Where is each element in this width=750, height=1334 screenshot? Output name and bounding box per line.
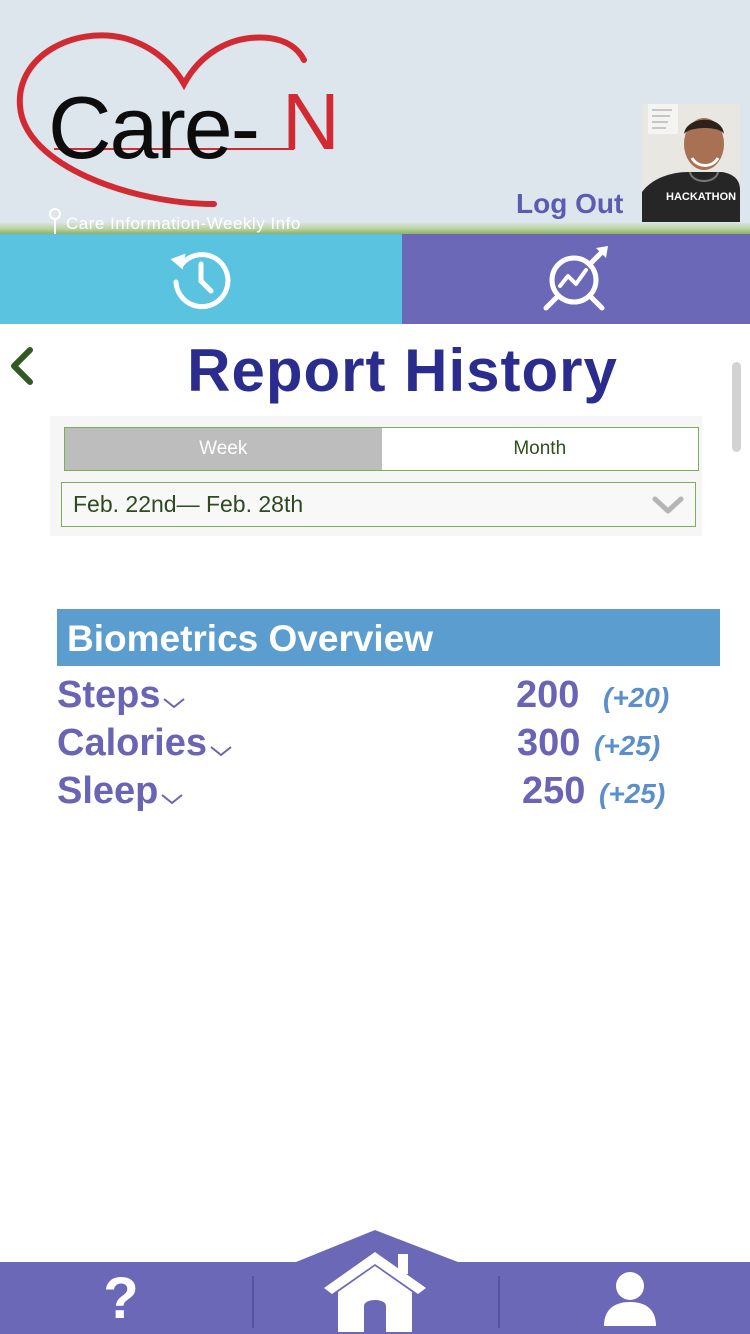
page-title: Report History <box>187 337 618 404</box>
metric-label: Sleep <box>57 770 184 813</box>
metric-name: Calories <box>57 722 207 764</box>
chevron-down-icon[interactable] <box>162 695 186 711</box>
filter-panel: Week Month Feb. 22nd— Feb. 28th <box>50 416 702 536</box>
user-photo: HACKATHON <box>642 104 740 222</box>
period-toggle: Week Month <box>64 427 699 471</box>
care-n-logo: Care- N <box>14 26 354 211</box>
metric-label: Steps <box>57 674 186 717</box>
pin-icon <box>49 208 61 234</box>
tab-analytics[interactable] <box>402 234 750 324</box>
date-range-select[interactable]: Feb. 22nd— Feb. 28th <box>61 482 696 527</box>
period-month-tab[interactable]: Month <box>381 428 698 470</box>
top-tab-bar <box>0 234 750 324</box>
metric-row-calories[interactable]: Calories 300 (+25) <box>57 722 717 770</box>
nav-divider <box>498 1276 500 1328</box>
biometrics-section-header: Biometrics Overview <box>57 609 720 666</box>
trend-analysis-icon <box>543 246 608 311</box>
tagline: Care Information-Weekly Info <box>46 208 301 234</box>
tagline-text: Care Information-Weekly Info <box>66 214 301 233</box>
chevron-down-icon[interactable] <box>209 743 233 759</box>
scrollbar-thumb[interactable] <box>732 362 741 452</box>
metric-name: Sleep <box>57 770 159 812</box>
metric-row-steps[interactable]: Steps 200 (+20) <box>57 674 717 722</box>
home-icon[interactable] <box>318 1244 432 1334</box>
metric-delta: (+25) <box>594 730 661 761</box>
help-icon[interactable]: ? <box>96 1268 146 1330</box>
chevron-down-icon[interactable] <box>160 791 184 807</box>
chevron-down-icon <box>652 496 684 514</box>
metric-value: 250 <box>522 770 586 812</box>
app-header: Care- N Care Information-Weekly Info Log… <box>0 0 750 234</box>
metric-row-sleep[interactable]: Sleep 250 (+25) <box>57 770 717 818</box>
period-week-tab[interactable]: Week <box>65 428 382 470</box>
tab-history[interactable] <box>0 234 402 324</box>
nav-divider <box>252 1276 254 1328</box>
history-clock-icon <box>170 252 231 310</box>
profile-icon[interactable] <box>600 1270 660 1328</box>
date-range-value: Feb. 22nd— Feb. 28th <box>73 491 304 517</box>
shirt-text: HACKATHON <box>666 191 736 203</box>
metric-value: 300 <box>517 722 581 764</box>
metric-value: 200 <box>516 674 580 716</box>
avatar[interactable]: HACKATHON <box>642 104 740 222</box>
brand-letter: N <box>282 77 340 166</box>
brand-word: Care- <box>48 78 260 177</box>
report-history-screen: Care- N Care Information-Weekly Info Log… <box>0 0 750 1334</box>
metric-delta: (+25) <box>599 778 666 809</box>
metric-delta: (+20) <box>603 682 670 713</box>
logout-button[interactable]: Log Out <box>516 188 623 220</box>
metric-label: Calories <box>57 722 233 765</box>
metric-name: Steps <box>57 674 161 716</box>
